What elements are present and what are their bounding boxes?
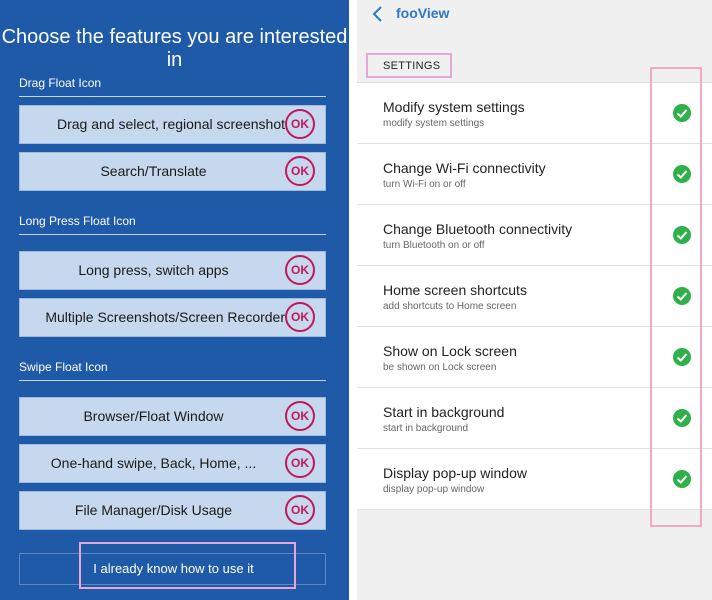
- ok-badge-icon: OK: [285, 255, 315, 285]
- feature-button-label: File Manager/Disk Usage: [74, 502, 233, 518]
- feature-button-label: Browser/Float Window: [83, 408, 224, 424]
- setting-subtitle: modify system settings: [383, 118, 485, 129]
- setting-title: Change Bluetooth connectivity: [383, 221, 573, 237]
- app-title: fooView: [396, 5, 450, 21]
- section-label-long-press: Long Press Float Icon: [19, 214, 136, 228]
- chevron-left-icon[interactable]: [369, 3, 387, 25]
- feature-button-one-hand-swipe[interactable]: One-hand swipe, Back, Home, ... OK: [19, 444, 326, 483]
- feature-button-browser-float-window[interactable]: Browser/Float Window OK: [19, 397, 326, 436]
- ok-badge-icon: OK: [285, 302, 315, 332]
- page-title: Choose the features you are interested i…: [1, 26, 348, 71]
- ok-badge-icon: OK: [285, 109, 315, 139]
- section-divider: [19, 96, 326, 97]
- highlight-box: [366, 53, 452, 78]
- ok-badge-icon: OK: [285, 401, 315, 431]
- section-divider: [19, 234, 326, 235]
- feature-chooser-panel: Choose the features you are interested i…: [0, 0, 349, 600]
- setting-subtitle: be shown on Lock screen: [383, 362, 497, 373]
- feature-button-label: Long press, switch apps: [78, 262, 229, 278]
- feature-button-label: Drag and select, regional screenshot: [56, 116, 285, 132]
- highlight-box: [650, 67, 702, 527]
- highlight-box: [79, 542, 296, 589]
- ok-badge-icon: OK: [285, 495, 315, 525]
- setting-title: Home screen shortcuts: [383, 282, 527, 298]
- settings-panel: fooView SETTINGS Modify system settings …: [357, 0, 712, 600]
- setting-subtitle: turn Wi-Fi on or off: [383, 179, 466, 190]
- setting-subtitle: add shortcuts to Home screen: [383, 301, 517, 312]
- feature-button-label: One-hand swipe, Back, Home, ...: [50, 455, 257, 471]
- ok-badge-icon: OK: [285, 156, 315, 186]
- setting-title: Show on Lock screen: [383, 343, 517, 359]
- feature-button-switch-apps[interactable]: Long press, switch apps OK: [19, 251, 326, 290]
- feature-button-label: Search/Translate: [100, 163, 207, 179]
- setting-title: Start in background: [383, 404, 505, 420]
- section-label-swipe: Swipe Float Icon: [19, 360, 108, 374]
- setting-subtitle: start in background: [383, 423, 469, 434]
- setting-title: Modify system settings: [383, 99, 525, 115]
- setting-title: Change Wi-Fi connectivity: [383, 160, 546, 176]
- feature-button-search-translate[interactable]: Search/Translate OK: [19, 152, 326, 191]
- section-label-drag: Drag Float Icon: [19, 76, 102, 90]
- setting-subtitle: display pop-up window: [383, 484, 485, 495]
- app-bar: fooView: [357, 0, 712, 30]
- feature-button-label: Multiple Screenshots/Screen Recorder: [45, 309, 285, 325]
- setting-subtitle: turn Bluetooth on or off: [383, 240, 485, 251]
- setting-title: Display pop-up window: [383, 465, 527, 481]
- feature-button-file-manager[interactable]: File Manager/Disk Usage OK: [19, 491, 326, 530]
- feature-button-regional-screenshot[interactable]: Drag and select, regional screenshot OK: [19, 105, 326, 144]
- feature-button-screenshots-recorder[interactable]: Multiple Screenshots/Screen Recorder OK: [19, 298, 326, 337]
- ok-badge-icon: OK: [285, 448, 315, 478]
- section-divider: [19, 380, 326, 381]
